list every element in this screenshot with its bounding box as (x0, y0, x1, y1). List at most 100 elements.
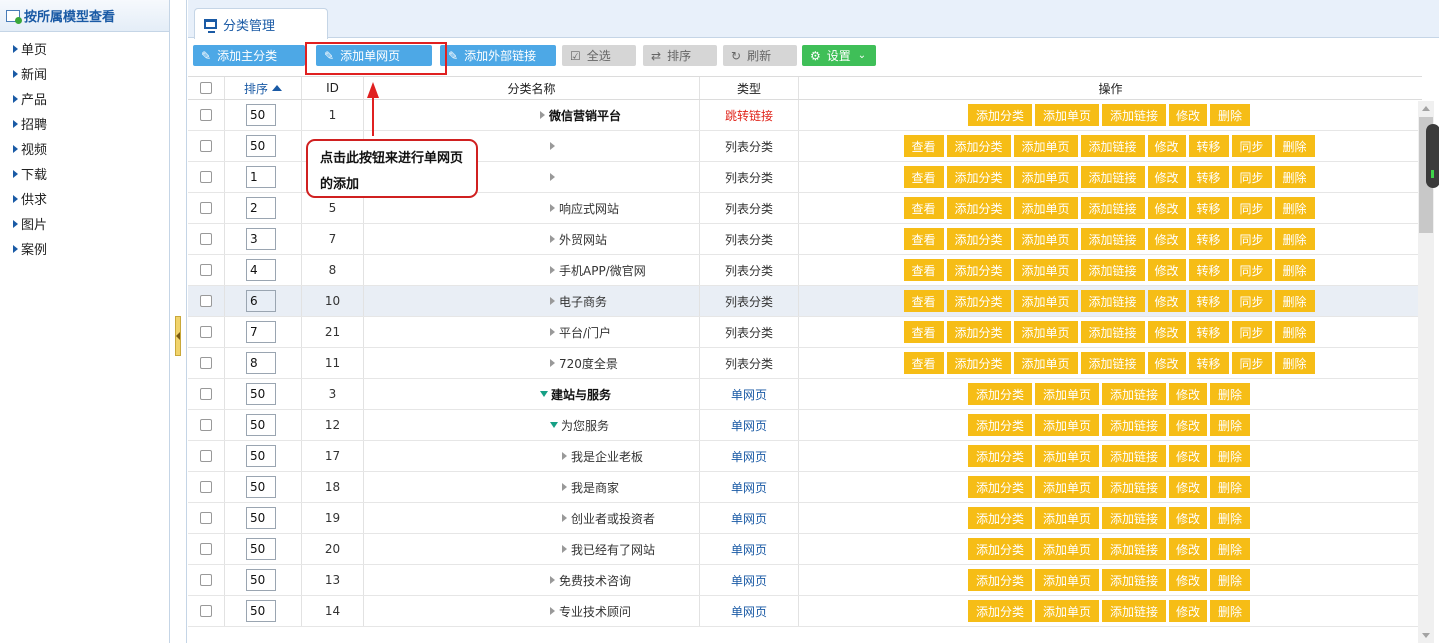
sort-order-input[interactable]: 3 (246, 228, 276, 250)
view-button[interactable]: 查看 (903, 135, 944, 157)
add-link-button[interactable]: 添加链接 (1102, 507, 1166, 529)
add-category-button[interactable]: 添加分类 (968, 507, 1032, 529)
edit-button[interactable]: 修改 (1147, 135, 1186, 157)
edit-button[interactable]: 修改 (1169, 538, 1207, 560)
add-page-button[interactable]: 添加单页 (1035, 414, 1099, 436)
row-checkbox-cell[interactable] (188, 255, 225, 285)
sort-order-input[interactable]: 50 (246, 135, 276, 157)
row-checkbox[interactable] (200, 450, 212, 462)
delete-button[interactable]: 删除 (1210, 383, 1250, 405)
sort-order-input[interactable]: 1 (246, 166, 276, 188)
table-row[interactable]: 50 19 创业者或投资者 单网页 添加分类 添加单页 添加链接 修改 删除 (188, 503, 1422, 534)
model-item[interactable]: 图片 (4, 211, 169, 236)
row-checkbox[interactable] (200, 202, 212, 214)
collapsed-caret-icon[interactable] (550, 359, 555, 367)
sort-order-input[interactable]: 50 (246, 507, 276, 529)
settings-button[interactable]: ⚙ 设置 ⌄ (802, 45, 876, 66)
model-item[interactable]: 供求 (4, 186, 169, 211)
table-row[interactable]: 50 3 建站与服务 单网页 添加分类 添加单页 添加链接 修改 删除 (188, 379, 1422, 410)
edit-button[interactable]: 修改 (1169, 600, 1207, 622)
sync-button[interactable]: 同步 (1231, 290, 1272, 312)
row-checkbox[interactable] (200, 574, 212, 586)
sync-button[interactable]: 同步 (1231, 228, 1272, 250)
add-page-button[interactable]: 添加单页 (1013, 135, 1078, 157)
edit-button[interactable]: 修改 (1147, 259, 1186, 281)
add-category-button[interactable]: 添加分类 (968, 104, 1032, 126)
table-row[interactable]: 4 8 手机APP/微官网 列表分类 查看 添加分类 添加单页 添加链接 修改 转移 同步 删除 (188, 255, 1422, 286)
delete-button[interactable]: 删除 (1210, 414, 1250, 436)
add-link-button[interactable]: 添加链接 (1102, 569, 1166, 591)
row-checkbox-cell[interactable] (188, 596, 225, 626)
row-checkbox[interactable] (200, 171, 212, 183)
add-page-button[interactable]: 添加单页 (1035, 104, 1099, 126)
row-checkbox-cell[interactable] (188, 410, 225, 440)
edit-button[interactable]: 修改 (1169, 476, 1207, 498)
collapsed-caret-icon[interactable] (550, 576, 555, 584)
add-page-button[interactable]: 添加单页 (1013, 290, 1078, 312)
add-link-button[interactable]: 添加链接 (1080, 228, 1145, 250)
collapsed-caret-icon[interactable] (550, 328, 555, 336)
delete-button[interactable]: 删除 (1274, 321, 1315, 343)
add-link-button[interactable]: 添加链接 (1080, 197, 1145, 219)
sort-order-input[interactable]: 50 (246, 445, 276, 467)
model-item[interactable]: 下载 (4, 161, 169, 186)
delete-button[interactable]: 删除 (1210, 569, 1250, 591)
sync-button[interactable]: 同步 (1231, 135, 1272, 157)
delete-button[interactable]: 删除 (1274, 197, 1315, 219)
table-row[interactable]: 50 18 我是商家 单网页 添加分类 添加单页 添加链接 修改 删除 (188, 472, 1422, 503)
sort-order-input[interactable]: 8 (246, 352, 276, 374)
edit-button[interactable]: 修改 (1169, 569, 1207, 591)
add-category-button[interactable]: 添加分类 (968, 476, 1032, 498)
table-row[interactable]: 8 11 720度全景 列表分类 查看 添加分类 添加单页 添加链接 修改 转移 同步 删除 (188, 348, 1422, 379)
add-page-button[interactable]: 添加单页 (1013, 259, 1078, 281)
table-row[interactable]: 50 12 为您服务 单网页 添加分类 添加单页 添加链接 修改 删除 (188, 410, 1422, 441)
edit-button[interactable]: 修改 (1147, 321, 1186, 343)
row-checkbox-cell[interactable] (188, 286, 225, 316)
view-button[interactable]: 查看 (903, 321, 944, 343)
view-button[interactable]: 查看 (903, 197, 944, 219)
row-checkbox-cell[interactable] (188, 224, 225, 254)
sort-button[interactable]: ⇄ 排序 (643, 45, 717, 66)
row-checkbox-cell[interactable] (188, 472, 225, 502)
add-external-link-button[interactable]: ✎ 添加外部链接 (440, 45, 556, 66)
add-category-button[interactable]: 添加分类 (968, 569, 1032, 591)
collapsed-caret-icon[interactable] (562, 514, 567, 522)
table-row[interactable]: 3 7 外贸网站 列表分类 查看 添加分类 添加单页 添加链接 修改 转移 同步 删除 (188, 224, 1422, 255)
add-link-button[interactable]: 添加链接 (1080, 259, 1145, 281)
sync-button[interactable]: 同步 (1231, 321, 1272, 343)
row-checkbox[interactable] (200, 264, 212, 276)
delete-button[interactable]: 删除 (1210, 104, 1250, 126)
sync-button[interactable]: 同步 (1231, 259, 1272, 281)
collapsed-caret-icon[interactable] (550, 266, 555, 274)
add-link-button[interactable]: 添加链接 (1102, 104, 1166, 126)
view-button[interactable]: 查看 (903, 290, 944, 312)
tab-category-management[interactable]: 分类管理 (194, 8, 328, 39)
scroll-widget[interactable] (1426, 124, 1439, 188)
model-item[interactable]: 案例 (4, 236, 169, 261)
edit-button[interactable]: 修改 (1147, 352, 1186, 374)
add-category-button[interactable]: 添加分类 (946, 166, 1011, 188)
add-page-button[interactable]: 添加单页 (1035, 538, 1099, 560)
expanded-caret-icon[interactable] (550, 422, 558, 428)
row-checkbox-cell[interactable] (188, 379, 225, 409)
add-link-button[interactable]: 添加链接 (1102, 476, 1166, 498)
model-item[interactable]: 产品 (4, 86, 169, 111)
sort-order-input[interactable]: 50 (246, 104, 276, 126)
sort-order-input[interactable]: 50 (246, 538, 276, 560)
model-item[interactable]: 招聘 (4, 111, 169, 136)
edit-button[interactable]: 修改 (1147, 166, 1186, 188)
expanded-caret-icon[interactable] (540, 391, 548, 397)
delete-button[interactable]: 删除 (1274, 135, 1315, 157)
add-page-button[interactable]: 添加单页 (1035, 476, 1099, 498)
collapsed-caret-icon[interactable] (550, 607, 555, 615)
collapsed-caret-icon[interactable] (562, 452, 567, 460)
table-row[interactable]: 50 17 我是企业老板 单网页 添加分类 添加单页 添加链接 修改 删除 (188, 441, 1422, 472)
row-checkbox-cell[interactable] (188, 193, 225, 223)
scroll-down-icon[interactable] (1422, 633, 1430, 638)
row-checkbox[interactable] (200, 109, 212, 121)
view-button[interactable]: 查看 (903, 259, 944, 281)
delete-button[interactable]: 删除 (1210, 445, 1250, 467)
collapsed-caret-icon[interactable] (540, 111, 545, 119)
row-checkbox-cell[interactable] (188, 441, 225, 471)
collapsed-caret-icon[interactable] (562, 545, 567, 553)
